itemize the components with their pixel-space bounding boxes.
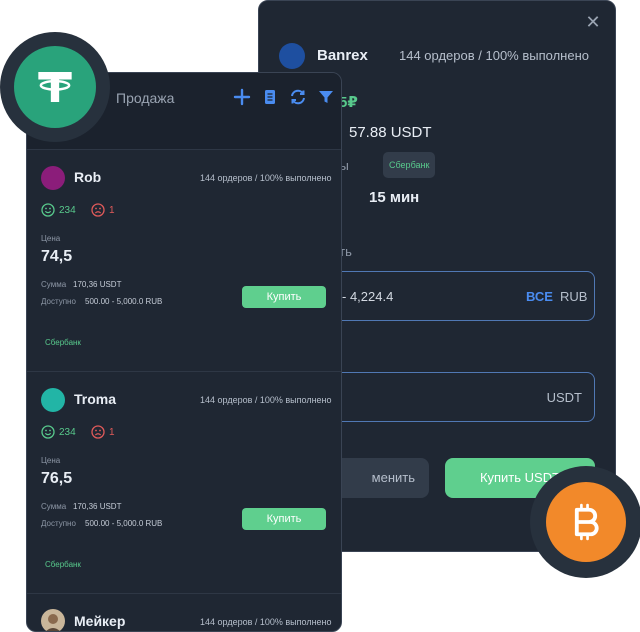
tether-coin-icon [0,32,110,142]
dislikes-value: 1 [109,204,115,216]
bitcoin-logo-icon [546,482,626,562]
available-value: 500.00 - 5,000.0 RUB [85,297,163,306]
likes-value: 234 [59,426,76,438]
seller-name: Banrex [317,47,368,64]
clipboard-icon[interactable] [261,88,279,106]
avatar [41,166,65,190]
filter-icon[interactable] [317,88,335,106]
avatar [41,388,65,412]
bitcoin-coin-icon [530,466,640,578]
offers-panel: Продажа Rob 144 ордеров / 100% выполнено… [26,72,342,632]
likes-count: 234 [41,425,76,439]
available-value: 500.00 - 5,000.0 RUB [85,519,163,528]
smile-icon [41,203,55,217]
pay-range-placeholder: - 4,224.4 [342,289,394,304]
sum-label: Сумма [41,502,67,511]
tether-logo-icon [14,46,96,128]
sum-label: Сумма [41,280,67,289]
offer-card: Troma 144 ордеров / 100% выполнено 234 1… [27,371,341,593]
likes-value: 234 [59,204,76,216]
seller-avatar [279,43,305,69]
offer-seller-name: Rob [74,169,102,185]
available-label: Доступно [41,297,76,306]
offers-toolbar [233,87,335,107]
frown-icon [91,203,105,217]
offer-card: Мейкер 144 ордеров / 100% выполнено [27,593,341,631]
offer-bank: Сбербанк [45,560,81,569]
sum-value: 170,36 USDT [73,280,122,289]
refresh-icon[interactable] [289,88,307,106]
dislikes-count: 1 [91,425,115,439]
pay-all-button[interactable]: ВСЕ [526,289,553,304]
offer-card: Rob 144 ордеров / 100% выполнено 234 1 Ц… [27,149,341,371]
offer-price: 74,5 [41,248,73,265]
offers-title: Продажа [116,90,175,106]
sum-value: 170,36 USDT [73,502,122,511]
pay-currency: RUB [560,289,588,304]
price-label: Цена [41,234,61,243]
trade-amount: 57.88 USDT [349,124,432,141]
payment-time-value: 15 мин [369,189,420,206]
buy-button[interactable]: Купить [242,508,326,530]
available-label: Доступно [41,519,76,528]
offer-stats: 144 ордеров / 100% выполнено [200,173,332,183]
payment-bank-badge: Сбербанк [383,152,436,178]
seller-stats: 144 ордеров / 100% выполнено [399,48,589,63]
offer-seller-name: Мейкер [74,613,126,629]
offer-price: 76,5 [41,470,73,487]
avatar [41,609,65,631]
offer-seller-name: Troma [74,391,117,407]
frown-icon [91,425,105,439]
receive-amount-input[interactable]: USDT [319,372,595,422]
pay-amount-input[interactable]: - 4,224.4 ВСЕ RUB [319,271,595,321]
buy-button[interactable]: Купить [242,286,326,308]
offer-stats: 144 ордеров / 100% выполнено [200,395,332,405]
price-label: Цена [41,456,61,465]
offer-stats: 144 ордеров / 100% выполнено [200,617,332,627]
plus-icon[interactable] [233,88,251,106]
offer-bank: Сбербанк [45,338,81,347]
dislikes-value: 1 [109,426,115,438]
receive-currency: USDT [546,390,582,405]
dislikes-count: 1 [91,203,115,217]
close-icon[interactable]: ✕ [584,13,602,31]
likes-count: 234 [41,203,76,217]
smile-icon [41,425,55,439]
